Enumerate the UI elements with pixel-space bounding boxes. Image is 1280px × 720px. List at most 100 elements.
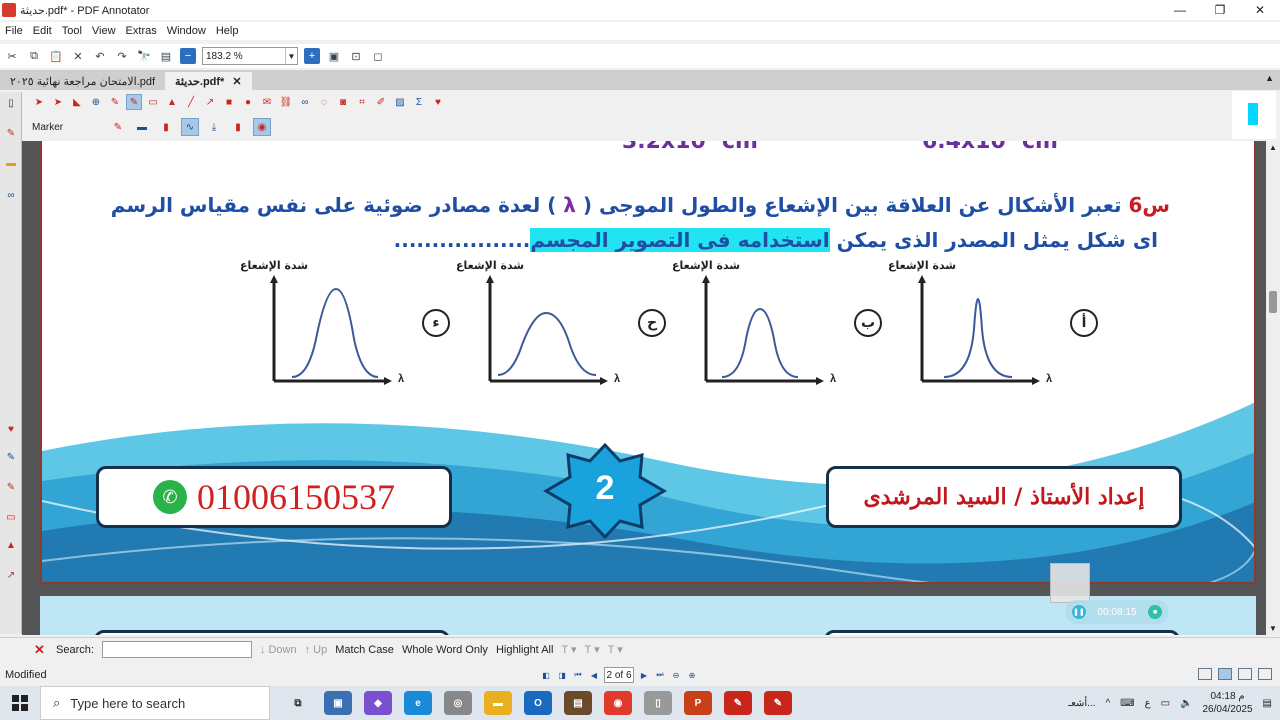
zoom-select[interactable]: 183.2 % ▼ <box>202 47 298 65</box>
delete-icon[interactable]: ✕ <box>70 48 86 64</box>
zoom-in-icon[interactable]: + <box>304 48 320 64</box>
snap-icon[interactable]: ⤓ <box>206 119 222 135</box>
highlighter-icon[interactable]: ✐ <box>374 95 388 109</box>
trash-icon[interactable]: ▮ <box>230 119 246 135</box>
scroll-thumb[interactable] <box>1269 291 1277 313</box>
favorite-icon[interactable]: ♥ <box>431 95 445 109</box>
folder-icon[interactable]: ▬ <box>4 156 18 170</box>
single-page-view-icon[interactable] <box>1198 668 1212 680</box>
text-box-icon[interactable]: ▭ <box>4 510 18 524</box>
tab-current-document[interactable]: حديثة.pdf* ✕ <box>165 72 252 90</box>
language-indicator[interactable]: ع <box>1145 698 1151 709</box>
network-icon[interactable]: ▭ <box>1161 698 1170 709</box>
volume-icon[interactable]: 🔈 <box>1180 698 1192 709</box>
fit-width-icon[interactable]: ▣ <box>326 48 342 64</box>
sum-icon[interactable]: Σ <box>412 95 426 109</box>
ellipse-icon[interactable]: ● <box>241 95 255 109</box>
find-icon[interactable]: 🔭 <box>136 48 152 64</box>
undo-icon[interactable]: ↶ <box>92 48 108 64</box>
zoom-tool-icon[interactable]: ⊕ <box>89 95 103 109</box>
two-page-view-icon[interactable] <box>1238 668 1252 680</box>
floating-cursor-widget[interactable] <box>1050 563 1090 603</box>
keyboard-icon[interactable]: ⌨ <box>1120 698 1134 709</box>
current-color-swatch[interactable] <box>1248 103 1258 125</box>
marker-icon[interactable]: ✎ <box>4 450 18 464</box>
menu-file[interactable]: File <box>0 25 28 37</box>
highlight-all-toggle[interactable]: Highlight All <box>496 644 553 656</box>
tray-app-text[interactable]: أشعـ... <box>1068 698 1095 709</box>
menu-window[interactable]: Window <box>162 25 211 37</box>
close-icon[interactable]: ✕ <box>1240 0 1280 20</box>
maximize-icon[interactable]: ❐ <box>1200 0 1240 20</box>
menu-view[interactable]: View <box>87 25 121 37</box>
attach-icon[interactable]: ⛓ <box>279 95 293 109</box>
crop-icon[interactable]: ⌗ <box>355 95 369 109</box>
link-icon[interactable]: ∞ <box>4 188 18 202</box>
copy-icon[interactable]: ⧉ <box>26 48 42 64</box>
select-arrow-icon[interactable]: ➤ <box>32 95 46 109</box>
zoom-out-icon[interactable]: − <box>180 48 196 64</box>
text-box-icon[interactable]: ▭ <box>146 95 160 109</box>
eraser-icon[interactable]: ◣ <box>70 95 84 109</box>
pen-icon[interactable]: ✎ <box>4 480 18 494</box>
windows-start-icon[interactable] <box>0 686 40 720</box>
match-case-toggle[interactable]: Match Case <box>335 644 394 656</box>
text-format-icon[interactable]: T ▾ <box>561 643 576 656</box>
select-text-icon[interactable]: ➤ <box>51 95 65 109</box>
find-down-button[interactable]: ↓ Down <box>260 644 297 656</box>
chrome-icon[interactable]: ◉ <box>604 691 632 715</box>
document-view[interactable]: 3.2x10 cm 6.4x10 cm س6 تعبر الأشكال عن ا… <box>22 141 1266 635</box>
last-page-icon[interactable]: ⏭ <box>654 669 666 681</box>
text-strike-icon[interactable]: T ▾ <box>608 643 623 656</box>
envelope-icon[interactable]: ✉ <box>260 95 274 109</box>
cut-icon[interactable]: ✂ <box>4 48 20 64</box>
camera-icon[interactable]: ◙ <box>336 95 350 109</box>
two-page-continuous-icon[interactable] <box>1258 668 1272 680</box>
line-icon[interactable]: ╱ <box>184 95 198 109</box>
menu-extras[interactable]: Extras <box>121 25 162 37</box>
taskbar-search-box[interactable]: ⌕ Type here to search <box>40 686 270 720</box>
search-input[interactable] <box>101 641 252 658</box>
tabs-dropdown-icon[interactable]: ▲ <box>1265 73 1274 83</box>
outlook-icon[interactable]: O <box>524 691 552 715</box>
find-up-button[interactable]: ↑ Up <box>305 644 328 656</box>
fit-page-icon[interactable]: ⊡ <box>348 48 364 64</box>
highlighted-text[interactable]: استخدامه فى التصوير المجسم <box>530 228 830 252</box>
rectangle-icon[interactable]: ■ <box>222 95 236 109</box>
vertical-scrollbar[interactable]: ▲ ▼ <box>1266 141 1280 635</box>
task-view-icon[interactable]: ⧉ <box>284 691 312 715</box>
page-icon[interactable]: ▯ <box>4 96 18 110</box>
pdf-annotator-active-icon[interactable]: ✎ <box>764 691 792 715</box>
chevron-up-icon[interactable]: ^ <box>1105 698 1110 709</box>
pen-icon[interactable]: ✎ <box>4 126 18 140</box>
close-tab-icon[interactable]: ✕ <box>232 75 241 88</box>
menu-tool[interactable]: Tool <box>57 25 87 37</box>
forward-icon[interactable]: ◨ <box>556 669 568 681</box>
continuous-view-icon[interactable] <box>1218 668 1232 680</box>
first-page-icon[interactable]: ⏮ <box>572 669 584 681</box>
text-underline-icon[interactable]: T ▾ <box>585 643 600 656</box>
file-explorer-icon[interactable]: ▬ <box>484 691 512 715</box>
fullscreen-icon[interactable]: ◻ <box>370 48 386 64</box>
scroll-up-icon[interactable]: ▲ <box>1266 143 1280 152</box>
stamp-icon[interactable]: ▲ <box>4 538 18 552</box>
powerpoint-icon[interactable]: P <box>684 691 712 715</box>
app-icon[interactable]: ◎ <box>444 691 472 715</box>
next-page-icon[interactable]: ▶ <box>638 669 650 681</box>
app-icon[interactable]: ▤ <box>564 691 592 715</box>
lasso-icon[interactable]: ◌ <box>317 95 331 109</box>
favorite-icon[interactable]: ♥ <box>4 422 18 436</box>
arrow-icon[interactable]: ↗ <box>4 568 18 582</box>
back-icon[interactable]: ◧ <box>540 669 552 681</box>
app-icon[interactable]: ▣ <box>324 691 352 715</box>
copilot-icon[interactable]: ◆ <box>364 691 392 715</box>
stop-icon[interactable]: ■ <box>1148 605 1163 619</box>
pdf-annotator-taskbar-icon[interactable]: ✎ <box>724 691 752 715</box>
edge-icon[interactable]: e <box>404 691 432 715</box>
redo-icon[interactable]: ↷ <box>114 48 130 64</box>
arrow-icon[interactable]: ↗ <box>203 95 217 109</box>
marker-icon[interactable]: ✎ <box>126 94 142 110</box>
link-icon[interactable]: ∞ <box>298 95 312 109</box>
pen-icon[interactable]: ✎ <box>108 95 122 109</box>
image-icon[interactable]: ▨ <box>393 95 407 109</box>
